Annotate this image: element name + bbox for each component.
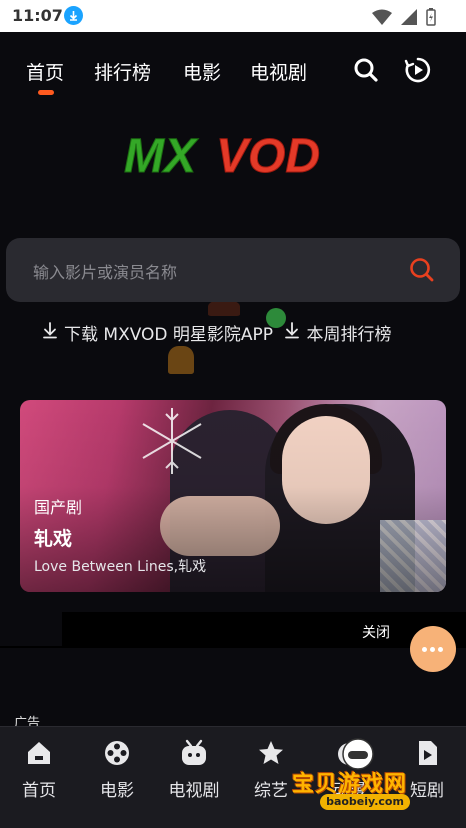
home-icon <box>25 739 53 767</box>
ad-container <box>0 612 466 648</box>
bottom-nav-tv-series[interactable]: 电视剧 <box>155 727 233 828</box>
watermark-url: baobeiy.com <box>320 794 410 810</box>
bottom-nav-label: 首页 <box>22 781 56 801</box>
weekly-ranking-link[interactable]: 本周排行榜 <box>306 320 391 345</box>
decorative-shape <box>208 300 240 316</box>
ad-close-button[interactable]: 关闭 <box>362 622 390 642</box>
more-dots-icon[interactable] <box>410 626 456 672</box>
status-bar: 11:07 <box>0 0 466 32</box>
banner-title[interactable]: 轧戏 <box>34 524 72 551</box>
decorative-shape <box>168 346 194 374</box>
search-icon[interactable] <box>408 256 436 288</box>
tab-tv-series[interactable]: 电视剧 <box>250 58 307 85</box>
gamepad-icon <box>342 738 374 770</box>
download-arrow-icon <box>42 321 58 344</box>
film-reel-icon <box>103 739 131 767</box>
mxvod-logo: MX VOD <box>120 126 346 184</box>
bottom-nav-movies[interactable]: 电影 <box>78 727 156 828</box>
tv-icon <box>180 739 208 767</box>
top-nav: 首页 排行榜 电影 电视剧 <box>0 32 466 104</box>
ad-container-edge <box>0 612 62 646</box>
active-tab-indicator <box>38 90 54 95</box>
download-arrow-icon <box>284 321 300 344</box>
battery-icon <box>426 7 436 26</box>
search-placeholder[interactable]: 输入影片或演员名称 <box>33 259 177 283</box>
quick-links: 下载 MXVOD 明星影院APP 本周排行榜 <box>42 320 391 346</box>
watermark-logo: 宝贝游戏网 baobeiy.com <box>290 736 440 820</box>
status-time: 11:07 <box>12 6 63 25</box>
bottom-nav-home[interactable]: 首页 <box>0 727 78 828</box>
wifi-icon <box>371 9 392 25</box>
star-icon <box>257 739 285 767</box>
svg-text:VOD: VOD <box>216 130 320 183</box>
download-app-link[interactable]: 下载 MXVOD 明星影院APP <box>64 320 273 345</box>
history-play-icon[interactable] <box>404 56 432 84</box>
system-icons <box>368 6 436 26</box>
tab-home[interactable]: 首页 <box>26 58 64 85</box>
featured-banner[interactable]: 国产剧 轧戏 Love Between Lines,轧戏 <box>20 400 446 592</box>
tab-movies[interactable]: 电影 <box>183 58 221 85</box>
bottom-nav-label: 电视剧 <box>168 781 220 801</box>
svg-text:MX: MX <box>124 130 199 183</box>
banner-subtitle: Love Between Lines,轧戏 <box>34 559 207 575</box>
banner-category: 国产剧 <box>34 498 83 517</box>
download-notification-icon <box>64 6 83 25</box>
search-icon[interactable] <box>352 56 380 84</box>
signal-icon <box>400 8 417 25</box>
bottom-nav-label: 电影 <box>100 781 134 801</box>
tab-ranking[interactable]: 排行榜 <box>94 58 151 85</box>
app-screen: 11:07 首页 排行榜 电影 电视剧 MX VOD 输入影片或演员名称 下载 … <box>0 0 466 828</box>
search-bar[interactable]: 输入影片或演员名称 <box>6 238 460 302</box>
